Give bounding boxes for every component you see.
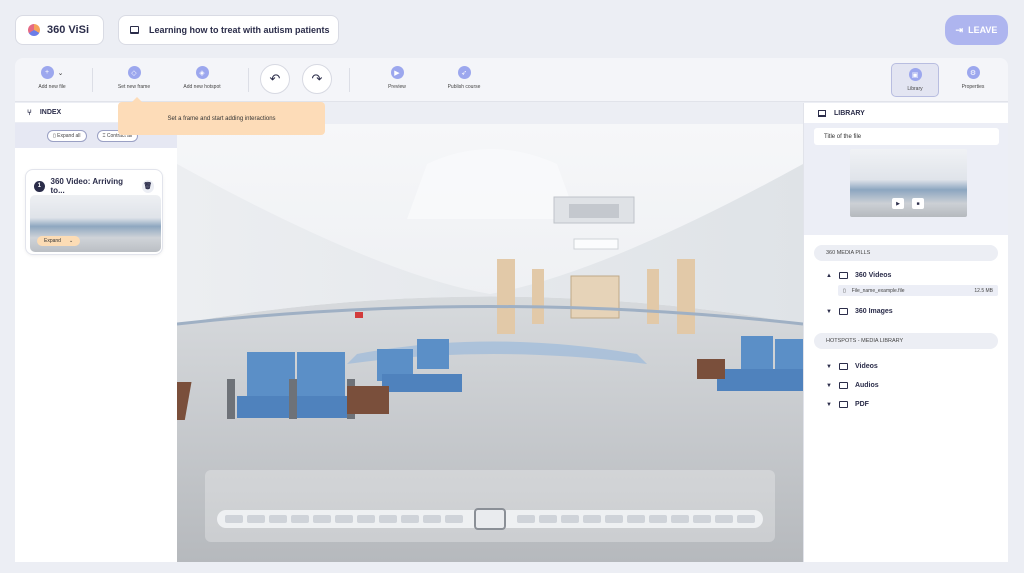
undo-button[interactable]: ↶ [260,64,290,94]
frame-card-title: 360 Video: Arriving to... [50,177,123,195]
index-title: INDEX [39,109,62,116]
frame-card[interactable]: 1 360 Video: Arriving to... 🗑 Expand ⌄ [25,169,163,255]
play-icon: ▶ [390,66,404,79]
add-new-hotspot-label: Add new hotspot [183,84,221,90]
brand-logo-button[interactable]: 360 ViSi [15,15,104,45]
redo-icon: ↷ [311,71,323,86]
folder-pdf[interactable]: ▼ PDF [804,395,1008,414]
divider [349,68,350,92]
folder-label: 360 Images [854,308,893,315]
folder-label: Audios [854,382,879,389]
expand-all-button[interactable]: ▯ Expand all [47,129,87,142]
folder-360-videos[interactable]: ▲ 360 Videos [804,266,1008,285]
folder-label: 360 Videos [854,272,892,279]
play-icon[interactable]: ▶ [892,198,904,209]
library-label: Library [907,86,923,92]
folder-icon [838,272,848,279]
timeline-playhead[interactable] [474,508,506,530]
folder-label: Videos [854,363,878,370]
library-header: LIBRARY [804,103,1008,123]
properties-button[interactable]: ⚙ Properties [943,66,1003,90]
folder-audios[interactable]: ▼ Audios [804,376,1008,395]
file-icon: ▯ [843,287,846,294]
add-new-file-label: Add new file [38,84,66,90]
preview-button[interactable]: ▶ Preview [367,66,427,90]
folder-videos[interactable]: ▼ Videos [804,357,1008,376]
toolbar: + ⌄ Add new file ◇ Set new frame ◈ Add n… [15,58,1008,102]
expand-all-label: Expand all [57,132,81,139]
plus-icon: + [40,66,54,79]
preview-label: Preview [388,84,406,90]
library-title: LIBRARY [834,109,865,117]
add-new-file-button[interactable]: + ⌄ Add new file [22,66,82,90]
stop-icon[interactable]: ■ [912,198,924,209]
frame-icon: ◇ [127,66,141,79]
book-icon [818,109,826,117]
logo-icon [28,24,40,36]
divider [248,68,249,92]
file-thumbnail: ▶ ■ [850,149,967,217]
trash-icon[interactable]: 🗑 [141,179,154,193]
folder-icon [838,308,848,315]
exit-icon: ⇥ [955,24,964,35]
index-panel: ⑂ INDEX ▯ Expand all ⌶ Contract all 1 36… [15,103,177,562]
chevron-down-icon: ⌄ [68,238,74,244]
folder-icon [838,363,848,370]
divider [92,68,93,92]
folder-360-images[interactable]: ▼ 360 Images [804,302,1008,321]
caret-down-icon: ▼ [826,363,832,370]
file-preview-area: Title of the file ▶ ■ [804,123,1008,235]
properties-label: Properties [961,84,985,90]
folder-icon [838,382,848,389]
file-title-input[interactable]: Title of the file [814,128,999,145]
file-item[interactable]: ▯ File_name_example.file 12.5 MB [838,285,998,296]
hospital-corridor-panorama [177,124,803,562]
leave-button[interactable]: ⇥ LEAVE [945,15,1008,45]
course-title-button[interactable]: Learning how to treat with autism patien… [118,15,339,45]
caret-down-icon: ▼ [826,382,832,389]
library-icon: ▣ [908,68,922,81]
library-button[interactable]: ▣ Library [891,63,939,97]
expand-button[interactable]: Expand ⌄ [37,236,81,246]
publish-course-button[interactable]: ➶ Publish course [434,66,494,90]
library-panel: LIBRARY Title of the file ▶ ■ 360 MEDIA … [803,103,1008,562]
folder-icon [838,401,848,408]
course-title: Learning how to treat with autism patien… [149,25,330,35]
add-new-hotspot-button[interactable]: ◈ Add new hotspot [172,66,232,90]
caret-up-icon: ▲ [826,272,832,279]
folder-label: PDF [854,401,869,408]
redo-button[interactable]: ↷ [302,64,332,94]
chevron-down-icon: ⌄ [57,69,64,77]
rocket-icon: ➶ [457,66,471,79]
frame-thumbnail: Expand ⌄ [30,195,161,252]
tooltip: Set a frame and start adding interaction… [118,97,325,135]
hierarchy-icon: ⑂ [27,108,32,117]
leave-label: LEAVE [968,25,998,35]
expand-label: Expand [44,238,61,244]
book-icon [130,26,139,34]
file-name: File_name_example.file [851,287,905,294]
caret-down-icon: ▼ [826,308,832,315]
hotspot-icon: ◈ [195,66,209,79]
file-size: 12.5 MB [974,287,993,294]
undo-icon: ↶ [269,71,281,86]
brand-name: 360 ViSi [47,24,89,36]
publish-course-label: Publish course [447,84,481,90]
set-new-frame-button[interactable]: ◇ Set new frame [104,66,164,90]
caret-down-icon: ▼ [826,401,832,408]
set-new-frame-label: Set new frame [117,84,151,90]
panorama-viewer[interactable] [177,124,803,562]
frame-number-badge: 1 [34,180,45,192]
properties-icon: ⚙ [966,66,980,79]
section-header-360-media-pills[interactable]: 360 MEDIA PILLS [814,245,998,261]
section-header-hotspots-media-library[interactable]: HOTSPOTS - MEDIA LIBRARY [814,333,998,349]
